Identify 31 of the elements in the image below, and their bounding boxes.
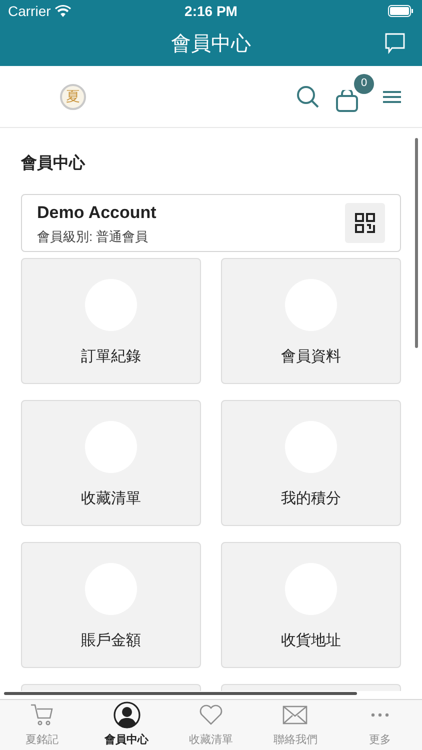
shopping-bag-icon[interactable] <box>336 90 358 112</box>
battery-icon <box>388 5 414 17</box>
menu-tile[interactable] <box>21 684 201 691</box>
more-icon <box>370 712 390 718</box>
carrier-label: Carrier <box>8 2 51 20</box>
heart-icon <box>198 702 224 726</box>
member-level: 會員級別: 普通會員 <box>37 228 150 246</box>
logo-character: 夏 <box>66 90 80 104</box>
user-icon <box>112 700 141 728</box>
mail-icon <box>282 704 308 726</box>
search-icon[interactable] <box>296 84 320 108</box>
qr-code-icon <box>355 213 375 233</box>
chat-button[interactable] <box>384 32 406 54</box>
status-time: 2:16 PM <box>184 2 238 20</box>
menu-tile[interactable]: 收貨地址 <box>221 542 401 668</box>
tab-bar-item[interactable]: 會員中心 <box>84 700 169 750</box>
account-name: Demo Account <box>37 202 156 224</box>
menu-tile[interactable] <box>221 684 401 691</box>
cart-icon <box>29 702 56 728</box>
menu-tile[interactable]: 賬戶金額 <box>21 542 201 668</box>
menu-icon[interactable] <box>382 88 402 104</box>
wifi-icon <box>54 5 71 17</box>
menu-tile[interactable]: 會員資料 <box>221 258 401 384</box>
cart-count-badge: 0 <box>354 74 374 94</box>
page-title: 會員中心 <box>21 153 86 174</box>
qr-code-button[interactable] <box>345 203 385 243</box>
menu-tile[interactable]: 我的積分 <box>221 400 401 526</box>
menu-tile[interactable]: 收藏清單 <box>21 400 201 526</box>
nav-title: 會員中心 <box>171 32 251 57</box>
chat-icon <box>384 32 406 54</box>
menu-tile[interactable]: 訂單紀錄 <box>21 258 201 384</box>
